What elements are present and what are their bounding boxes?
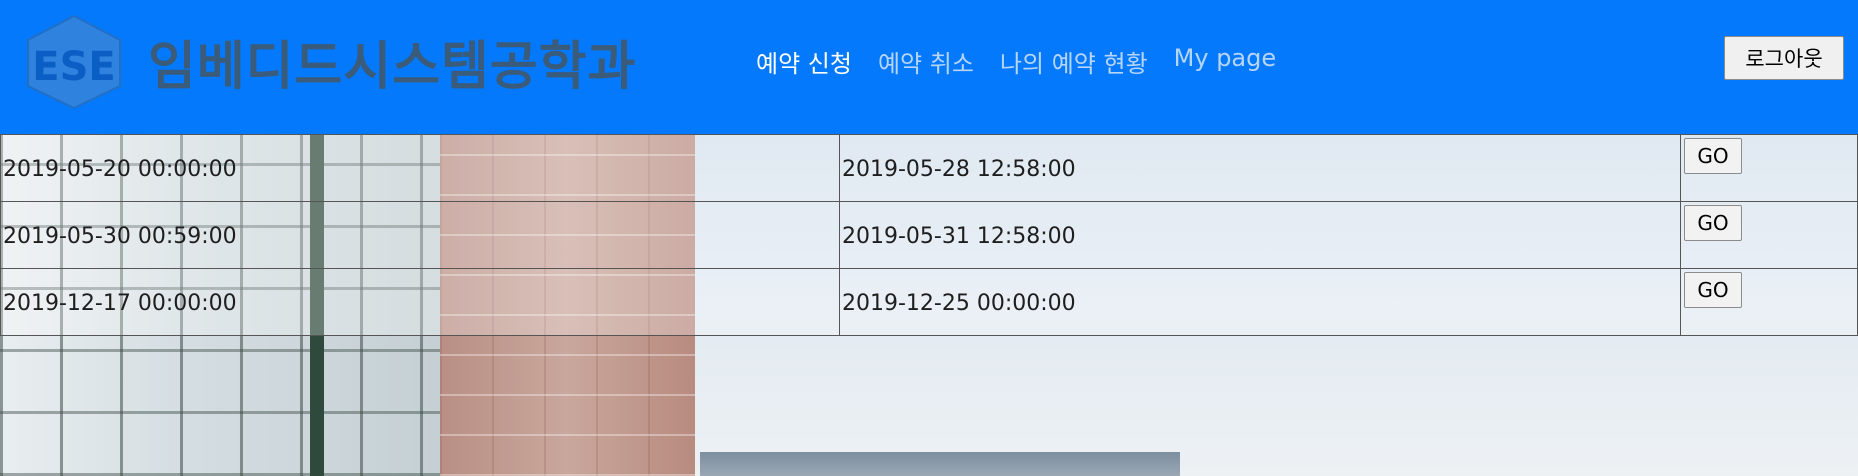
- end-time: 2019-12-25 00:00:00: [842, 291, 1076, 316]
- start-time: 2019-12-17 00:00:00: [3, 291, 237, 316]
- nav-my-page[interactable]: My page: [1174, 44, 1276, 79]
- nav-my-reservations[interactable]: 나의 예약 현황: [1000, 44, 1148, 79]
- start-time: 2019-05-20 00:00:00: [3, 157, 237, 182]
- reservation-table: 2019-05-20 00:00:00 2019-05-28 12:58:00 …: [0, 134, 1858, 336]
- end-time: 2019-05-31 12:58:00: [842, 224, 1076, 249]
- site-title[interactable]: 임베디드시스템공학과: [148, 24, 636, 99]
- end-time: 2019-05-28 12:58:00: [842, 157, 1076, 182]
- ese-logo-icon: ESE: [27, 14, 121, 110]
- table-row: 2019-12-17 00:00:00 2019-12-25 00:00:00 …: [0, 268, 1858, 336]
- logo-text: ESE: [32, 44, 115, 90]
- table-row: 2019-05-30 00:59:00 2019-05-31 12:58:00 …: [0, 201, 1858, 269]
- logout-button[interactable]: 로그아웃: [1724, 36, 1844, 80]
- nav-reserve-cancel[interactable]: 예약 취소: [878, 44, 974, 79]
- go-button[interactable]: GO: [1684, 272, 1742, 308]
- department-logo[interactable]: ESE: [24, 14, 124, 110]
- site-header: ESE 임베디드시스템공학과 예약 신청 예약 취소 나의 예약 현황 My p…: [0, 0, 1858, 134]
- table-row: 2019-05-20 00:00:00 2019-05-28 12:58:00 …: [0, 134, 1858, 202]
- main-nav: 예약 신청 예약 취소 나의 예약 현황 My page: [756, 44, 1276, 79]
- go-button[interactable]: GO: [1684, 138, 1742, 174]
- nav-reserve-request[interactable]: 예약 신청: [756, 44, 852, 79]
- start-time: 2019-05-30 00:59:00: [3, 224, 237, 249]
- go-button[interactable]: GO: [1684, 205, 1742, 241]
